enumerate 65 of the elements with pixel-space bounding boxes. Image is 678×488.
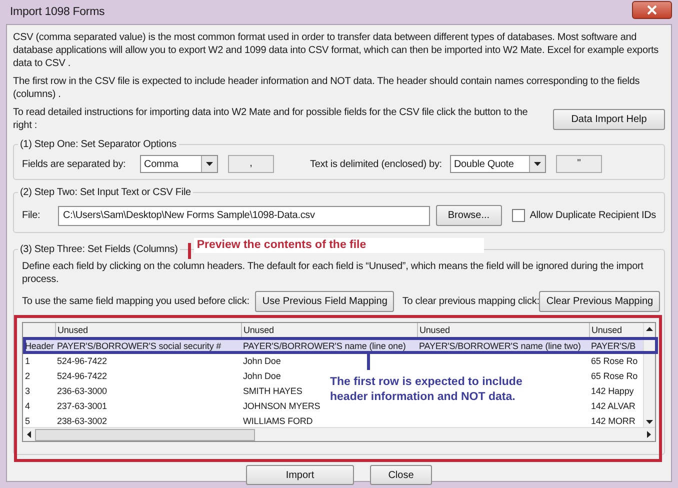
mapping-prompt: To clear previous mapping click: (402, 295, 540, 308)
scroll-down-icon[interactable] (646, 420, 653, 424)
callout-text: Preview the contents of the file (194, 238, 484, 253)
table-cell: 65 Rose Ro (591, 356, 638, 366)
checkbox[interactable] (512, 209, 525, 222)
clear-mapping-button[interactable]: Clear Previous Mapping (539, 291, 660, 312)
dialog-button[interactable]: Close (370, 465, 432, 485)
row-label: 3 (24, 384, 31, 398)
table-cell: John Doe (243, 356, 281, 366)
horizontal-scrollbar[interactable] (23, 427, 655, 441)
caret-icon (534, 162, 541, 166)
column-header[interactable]: Unused (55, 323, 241, 338)
step-description: Define each field by clicking on the column headers. The default for each field is “Unused”, which means the field will be ignored during the import process. (22, 260, 644, 286)
field-label: Text is delimited (enclosed) by: (310, 158, 442, 170)
dialog-button[interactable]: Import (246, 465, 354, 485)
vertical-scrollbar[interactable] (643, 323, 655, 428)
table-cell: SMITH HAYES (243, 386, 302, 396)
column-header[interactable]: Unused (417, 323, 589, 338)
file-path-field[interactable]: C:\Users\Sam\Desktop\New Forms Sample\1098-Data.csv (58, 206, 430, 226)
window-title: Import 1098 Forms (10, 6, 105, 18)
scroll-right-icon[interactable] (647, 431, 651, 438)
intro-paragraph: CSV (comma separated value) is the most common format used in order to transfer data between different types of databases. Most software and database applications will allow you to export W2 and 1099 data into CSV format, which can then be imported into W2 Mate. Excel for example exports data to CSV . (13, 31, 660, 70)
header-row-cell: PAYER'S/BORROWER'S social security # (57, 340, 222, 351)
table-cell: 524-96-7422 (57, 356, 107, 366)
row-label: 5 (24, 414, 31, 428)
table-cell: 238-63-3002 (57, 416, 107, 426)
delimiter-dropdown[interactable]: Double Quote (450, 155, 546, 173)
column-header[interactable]: Unused (241, 323, 417, 338)
scroll-up-icon[interactable] (646, 327, 653, 331)
field-label: Fields are separated by: (22, 158, 127, 170)
header-row-cell: PAYER'S/BORROWER'S name (line one) (243, 340, 406, 351)
table-cell: 237-63-3001 (57, 400, 107, 410)
table-cell: 236-63-3000 (57, 386, 107, 396)
table-cell: WILLIAMS FORD (243, 416, 313, 426)
table-cell: 142 Happy (591, 386, 634, 396)
table-cell: 142 MORR (591, 416, 636, 426)
browse-button[interactable]: Browse... (436, 205, 502, 226)
group-label: (3) Step Three: Set Fields (Columns) (18, 243, 180, 256)
help-prompt: To read detailed instructions for importing data into W2 Mate and for possible fields for the CSV file click the button to the right : (13, 106, 529, 132)
field-label: File: (22, 209, 42, 222)
delimiter-char-field: " (556, 155, 602, 173)
group-label: (2) Step Two: Set Input Text or CSV File (18, 186, 193, 199)
help-button[interactable]: Data Import Help (553, 108, 665, 130)
checkbox-label: Allow Duplicate Recipient IDs (530, 209, 656, 222)
close-icon (647, 5, 657, 15)
mapping-prompt: To use the same field mapping you used before click: (22, 295, 250, 308)
use-previous-mapping-button[interactable]: Use Previous Field Mapping (255, 291, 394, 312)
group-label: (1) Step One: Set Separator Options (18, 138, 179, 151)
close-button[interactable] (632, 1, 672, 19)
separator-char-field: , (228, 155, 274, 173)
table-cell: 524-96-7422 (57, 370, 107, 380)
header-row-cell: PAYER'S/BORROWER'S name (line two) (419, 340, 581, 351)
table-cell: 142 ALVAR (591, 400, 636, 410)
row-label: 1 (24, 354, 31, 368)
table-cell: John Doe (243, 370, 281, 380)
scroll-left-icon[interactable] (27, 431, 31, 438)
caret-icon (206, 162, 213, 166)
header-row-cell: PAYER'S/B (591, 340, 636, 351)
row-label: 4 (24, 400, 31, 412)
row-label: 2 (24, 370, 31, 382)
separator-dropdown[interactable]: Comma (140, 155, 218, 173)
table-cell: 65 Rose Ro (591, 370, 638, 380)
table-cell: JOHNSON MYERS (243, 400, 320, 410)
intro-paragraph: The first row in the CSV file is expected to include header information and NOT data. The header should contain names corresponding to the fields (columns) . (13, 75, 641, 101)
callout-text: The first row is expected to include header information and NOT data. (329, 375, 524, 405)
